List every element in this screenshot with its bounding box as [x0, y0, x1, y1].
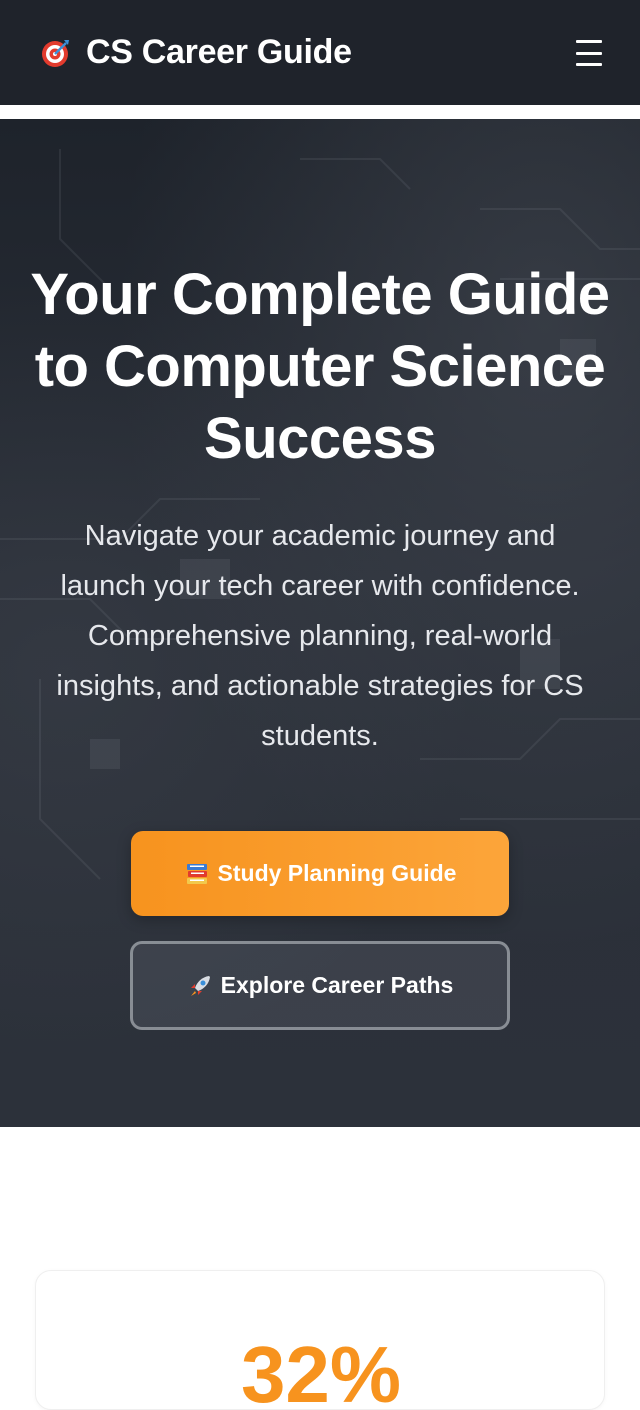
header-divider [0, 105, 640, 119]
target-icon [42, 39, 69, 67]
study-planning-guide-label: Study Planning Guide [217, 860, 457, 886]
top-nav-bar: CS Career Guide [0, 0, 640, 105]
study-planning-guide-button[interactable]: Study Planning Guide [131, 831, 509, 916]
explore-career-paths-label: Explore Career Paths [220, 972, 454, 998]
hamburger-menu-icon[interactable] [576, 40, 602, 66]
stat-value: 32% [240, 1330, 402, 1410]
hero-section: Your Complete Guide to Computer Science … [0, 119, 640, 1127]
hero-subtitle: Navigate your academic journey and launc… [56, 520, 584, 752]
stats-section: 32% [0, 1127, 640, 1410]
hero-title: Your Complete Guide to Computer Science … [30, 262, 610, 471]
site-brand-title[interactable]: CS Career Guide [86, 33, 352, 72]
books-icon [186, 863, 207, 884]
explore-career-paths-button[interactable]: Explore Career Paths [130, 941, 510, 1030]
stat-card: 32% [35, 1270, 605, 1410]
rocket-icon [190, 975, 210, 996]
